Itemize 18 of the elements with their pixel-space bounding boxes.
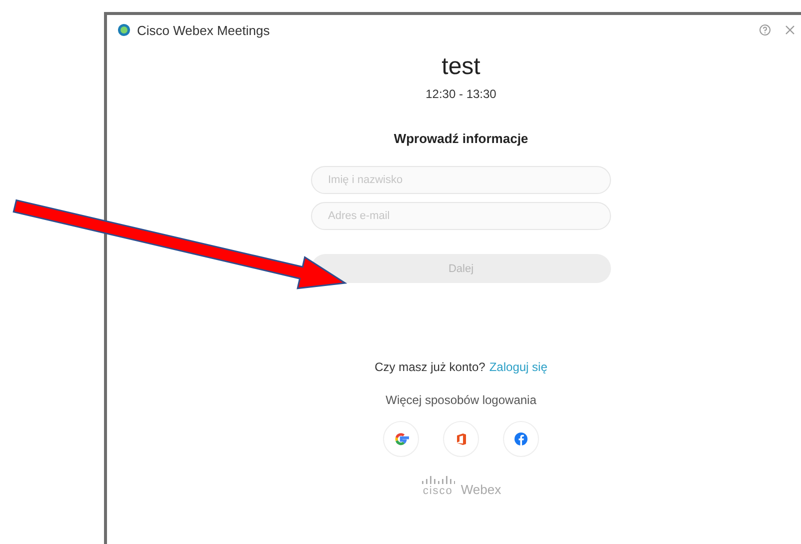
product-name: Webex	[460, 482, 502, 497]
account-prompt: Czy masz już konto?	[374, 360, 486, 374]
form-heading: Wprowadź informacje	[394, 131, 528, 146]
office-sign-in-button[interactable]	[443, 421, 479, 457]
help-icon[interactable]	[759, 24, 771, 36]
meeting-time: 12:30 - 13:30	[426, 87, 496, 101]
meeting-title: test	[442, 53, 480, 81]
facebook-icon	[513, 431, 529, 447]
more-ways-label: Więcej sposobów logowania	[386, 393, 536, 407]
company-name: cisco	[422, 485, 453, 497]
cisco-bars-icon	[420, 475, 455, 485]
login-link[interactable]: Zaloguj się	[489, 360, 548, 374]
window-title: Cisco Webex Meetings	[137, 22, 270, 38]
google-sign-in-button[interactable]	[383, 421, 419, 457]
app-logo-icon	[117, 23, 131, 37]
facebook-sign-in-button[interactable]	[503, 421, 539, 457]
close-icon[interactable]	[785, 25, 795, 35]
google-icon	[393, 431, 409, 447]
